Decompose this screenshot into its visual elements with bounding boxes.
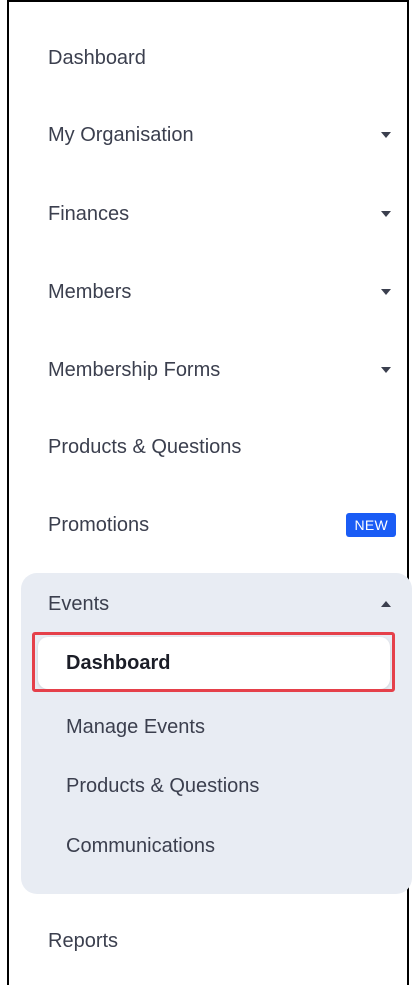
nav-item-dashboard[interactable]: Dashboard — [48, 38, 396, 78]
subitem-label: Manage Events — [66, 715, 205, 738]
new-badge: NEW — [346, 513, 396, 537]
nav-item-membership-forms[interactable]: Membership Forms — [48, 350, 396, 390]
nav-item-events[interactable]: Events — [48, 585, 396, 623]
subitem-label: Dashboard — [66, 651, 171, 674]
nav-item-members[interactable]: Members — [48, 272, 396, 312]
subitem-manage-events[interactable]: Manage Events — [66, 707, 205, 747]
nav-item-reports[interactable]: Reports — [48, 921, 396, 961]
caret-up-icon — [381, 601, 391, 607]
nav-item-promotions[interactable]: Promotions NEW — [48, 505, 396, 545]
nav-item-label: Dashboard — [48, 46, 146, 69]
nav-item-products-questions[interactable]: Products & Questions — [48, 427, 396, 467]
caret-down-icon — [381, 367, 391, 373]
nav-item-label: Events — [48, 592, 110, 615]
nav-item-label: Members — [48, 280, 132, 303]
caret-down-icon — [381, 132, 391, 138]
nav-item-label: Products & Questions — [48, 435, 242, 458]
caret-down-icon — [381, 289, 391, 295]
nav-item-label: My Organisation — [48, 123, 194, 146]
frame-border-top — [7, 0, 409, 2]
nav-item-label: Finances — [48, 202, 130, 225]
frame-border-left — [7, 0, 9, 985]
nav-item-label: Reports — [48, 929, 119, 952]
nav-item-finances[interactable]: Finances — [48, 194, 396, 234]
nav-item-label: Promotions — [48, 513, 150, 536]
subitem-communications[interactable]: Communications — [66, 826, 215, 866]
nav-item-my-organisation[interactable]: My Organisation — [48, 115, 396, 155]
subitem-label: Products & Questions — [66, 774, 260, 797]
nav-item-label: Membership Forms — [48, 358, 221, 381]
subitem-label: Communications — [66, 834, 215, 857]
subitem-events-products-questions[interactable]: Products & Questions — [66, 766, 259, 806]
sidebar-nav: Dashboard My Organisation Finances Membe… — [0, 0, 416, 985]
subitem-events-dashboard[interactable]: Dashboard — [66, 643, 170, 683]
caret-down-icon — [381, 211, 391, 217]
